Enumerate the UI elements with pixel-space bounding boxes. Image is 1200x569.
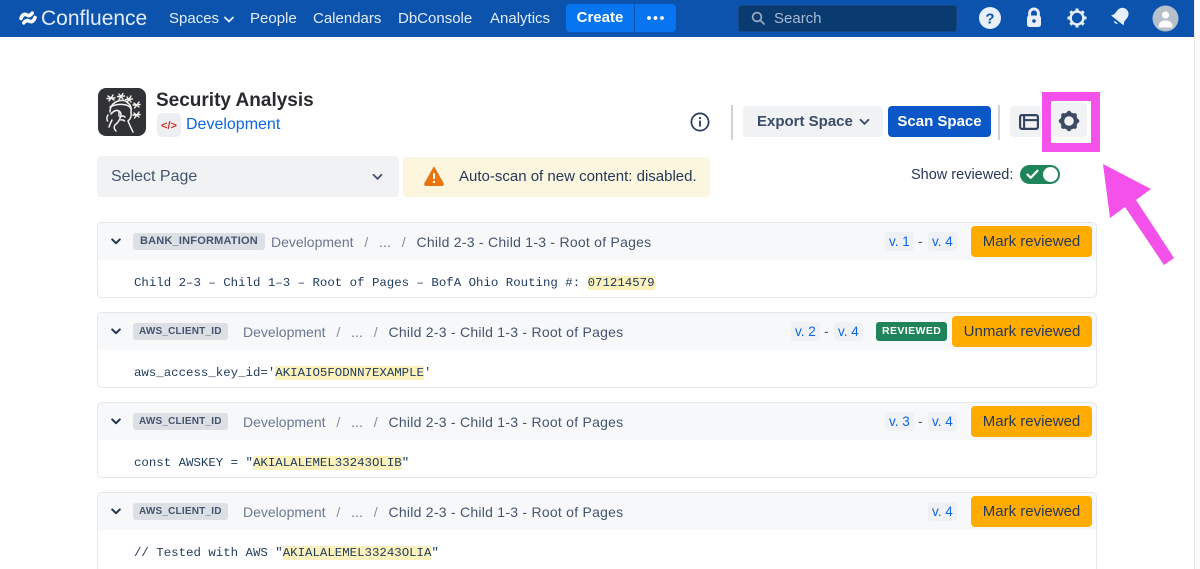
svg-text:?: ? bbox=[985, 11, 994, 28]
svg-text:</>: </> bbox=[161, 120, 177, 132]
